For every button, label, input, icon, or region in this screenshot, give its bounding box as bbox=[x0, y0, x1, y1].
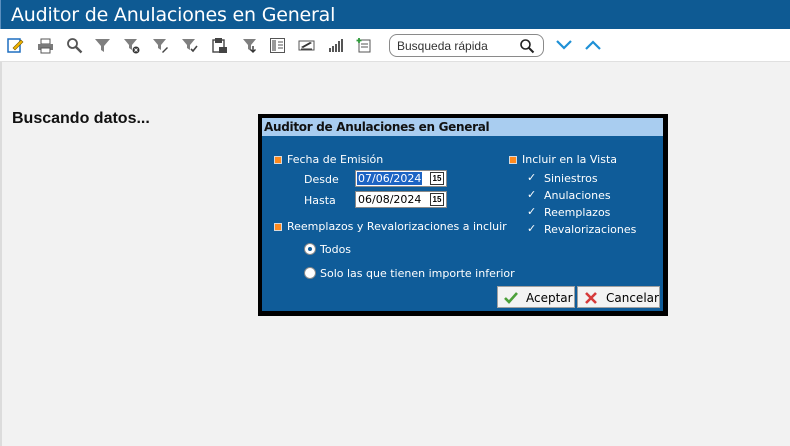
to-date-value: 06/08/2024 bbox=[358, 193, 422, 206]
cancel-button[interactable]: Cancelar bbox=[577, 286, 660, 308]
view-item-anulaciones: Anulaciones bbox=[544, 189, 611, 202]
window-titlebar: Auditor de Anulaciones en General bbox=[0, 0, 790, 29]
radio-solo-inferior-label: Solo las que tienen importe inferior bbox=[320, 267, 515, 280]
filter-apply-icon[interactable] bbox=[181, 37, 198, 54]
print-icon[interactable] bbox=[37, 37, 54, 54]
window-title: Auditor de Anulaciones en General bbox=[11, 4, 336, 26]
chevron-up-icon[interactable] bbox=[584, 38, 602, 52]
checkmark-icon[interactable]: ✓ bbox=[527, 222, 536, 235]
checkmark-icon[interactable]: ✓ bbox=[527, 205, 536, 218]
chart-icon[interactable] bbox=[327, 37, 344, 54]
section-bullet-icon bbox=[509, 156, 517, 164]
view-label: Incluir en la Vista bbox=[522, 153, 618, 166]
replacements-label: Reemplazos y Revalorizaciones a incluir bbox=[287, 220, 507, 233]
to-date-field[interactable]: 06/08/2024 15 bbox=[355, 191, 447, 208]
export-icon[interactable] bbox=[211, 37, 228, 54]
signature-icon[interactable] bbox=[298, 37, 315, 54]
filter-dialog: Auditor de Anulaciones en General Fecha … bbox=[258, 114, 668, 316]
from-label: Desde bbox=[304, 173, 339, 186]
accept-label: Aceptar bbox=[526, 291, 573, 305]
cancel-label: Cancelar bbox=[606, 291, 659, 305]
quick-search bbox=[389, 34, 544, 57]
close-icon bbox=[584, 291, 598, 305]
dialog-body: Auditor de Anulaciones en General Fecha … bbox=[262, 118, 663, 311]
zoom-icon[interactable] bbox=[66, 37, 83, 54]
section-bullet-icon bbox=[274, 223, 282, 231]
view-item-reemplazos: Reemplazos bbox=[544, 206, 611, 219]
from-date-field[interactable]: 07/06/2024 15 bbox=[355, 170, 447, 187]
emission-date-label: Fecha de Emisión bbox=[287, 153, 384, 166]
calendar-icon[interactable]: 15 bbox=[430, 172, 444, 185]
section-bullet-icon bbox=[274, 156, 282, 164]
dialog-header: Auditor de Anulaciones en General bbox=[262, 118, 663, 136]
radio-todos[interactable] bbox=[304, 243, 316, 255]
left-edge bbox=[0, 62, 2, 446]
checkmark-icon[interactable]: ✓ bbox=[527, 188, 536, 201]
view-item-siniestros: Siniestros bbox=[544, 172, 598, 185]
calendar-icon[interactable]: 15 bbox=[430, 193, 444, 206]
checkmark-icon[interactable]: ✓ bbox=[527, 171, 536, 184]
accept-button[interactable]: Aceptar bbox=[497, 286, 575, 308]
edit-icon[interactable] bbox=[7, 37, 24, 54]
columns-icon[interactable] bbox=[269, 37, 286, 54]
search-input[interactable] bbox=[397, 38, 515, 54]
add-record-icon[interactable] bbox=[356, 37, 373, 54]
check-icon bbox=[504, 291, 518, 305]
filter-clear-icon[interactable] bbox=[123, 37, 140, 54]
loading-status: Buscando datos... bbox=[12, 110, 150, 127]
filter-icon[interactable] bbox=[94, 37, 111, 54]
radio-todos-label: Todos bbox=[320, 243, 352, 256]
search-icon[interactable] bbox=[519, 38, 535, 54]
dialog-title: Auditor de Anulaciones en General bbox=[264, 120, 490, 134]
radio-solo-inferior[interactable] bbox=[304, 267, 316, 279]
from-date-value: 07/06/2024 bbox=[357, 172, 423, 185]
to-label: Hasta bbox=[304, 194, 336, 207]
view-item-revalorizaciones: Revalorizaciones bbox=[544, 223, 637, 236]
toolbar bbox=[0, 29, 790, 62]
filter-edit-icon[interactable] bbox=[152, 37, 169, 54]
download-icon[interactable] bbox=[241, 37, 258, 54]
chevron-down-icon[interactable] bbox=[555, 38, 573, 52]
